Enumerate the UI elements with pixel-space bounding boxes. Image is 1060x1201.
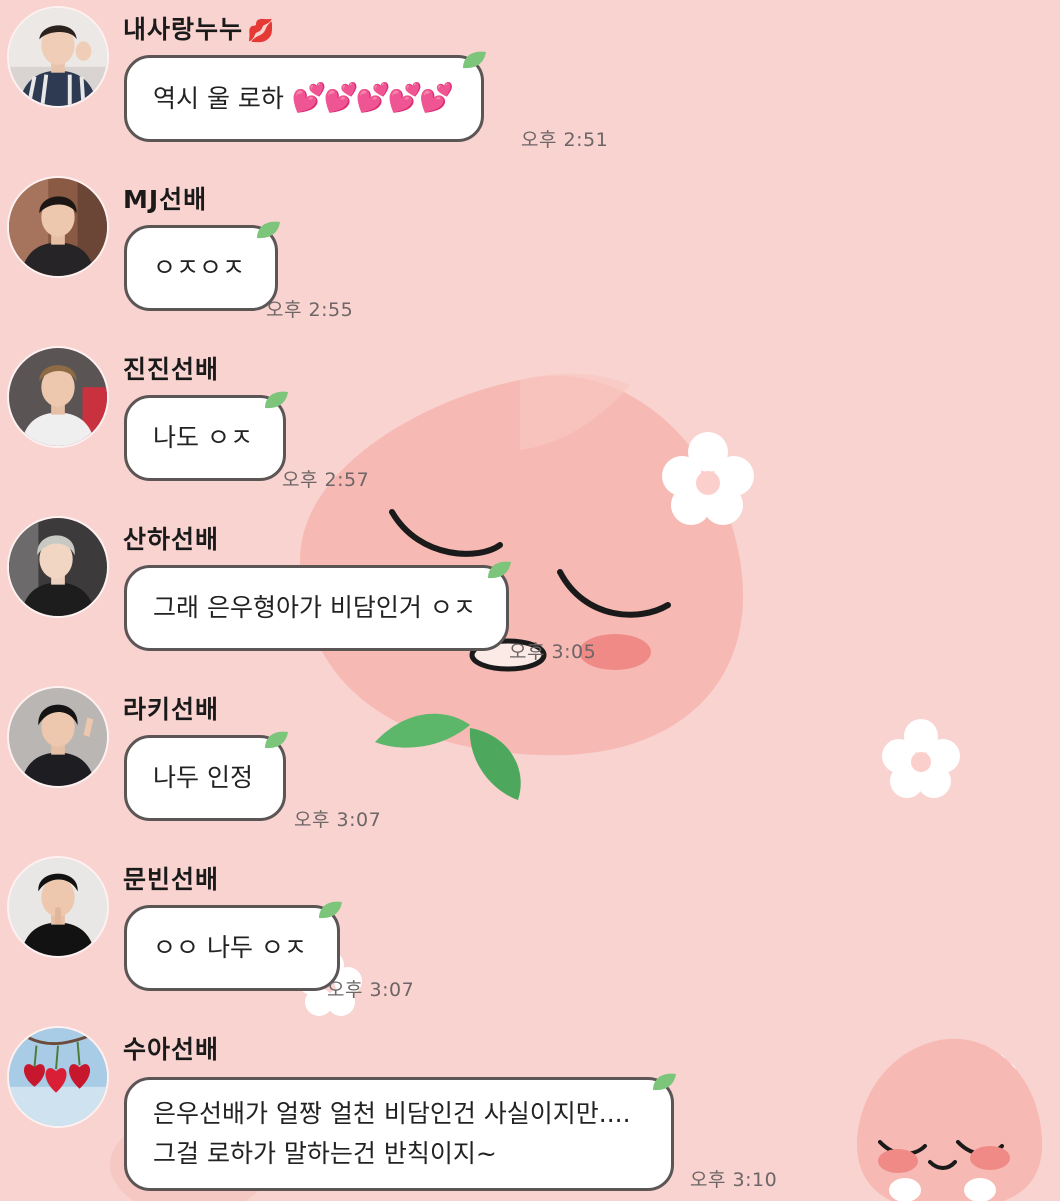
timestamp: 오후 2:51 — [521, 129, 609, 151]
leaf-icon — [463, 51, 487, 69]
avatar[interactable] — [9, 688, 107, 786]
message-row: 라키선배 나두 인정 오후 3:07 — [0, 680, 1060, 850]
message-text-line: 은우선배가 얼짱 얼천 비담인건 사실이지만.... — [153, 1099, 631, 1128]
message-bubble[interactable]: 역시 울 로하 💕💕💕💕💕 — [124, 51, 487, 142]
avatar[interactable] — [9, 1028, 107, 1126]
message-row: 수아선배 은우선배가 얼짱 얼천 비담인건 사실이지만.... 그걸 로하가 말… — [0, 1020, 1060, 1201]
leaf-icon — [257, 221, 281, 239]
timestamp: 오후 2:55 — [266, 299, 354, 321]
leaf-icon — [487, 561, 511, 579]
message-bubble[interactable]: ㅇㅇ 나두 ㅇㅈ — [124, 901, 342, 991]
timestamp: 오후 3:07 — [294, 809, 382, 831]
avatar[interactable] — [9, 8, 107, 106]
message-row: 진진선배 나도 ㅇㅈ 오후 2:57 — [0, 340, 1060, 510]
sender-name: 진진선배 — [123, 355, 220, 384]
profile-photo-icon — [9, 688, 107, 786]
message-text: ㅇㅇ 나두 ㅇㅈ — [153, 933, 307, 962]
message-row: MJ선배 ㅇㅈㅇㅈ 오후 2:55 — [0, 170, 1060, 340]
sender-name: 내사랑누누 💋 — [123, 15, 276, 44]
sender-name: 산하선배 — [123, 525, 220, 554]
message-row: 산하선배 그래 은우형아가 비담인거 ㅇㅈ 오후 3:05 — [0, 510, 1060, 680]
leaf-icon — [652, 1073, 676, 1091]
timestamp: 오후 3:05 — [509, 641, 597, 663]
sender-name: 라키선배 — [123, 695, 220, 724]
message-text: 역시 울 로하 💕💕💕💕💕 — [153, 81, 454, 114]
lips-icon: 💋 — [247, 19, 276, 44]
message-text: 나도 ㅇㅈ — [153, 423, 253, 452]
message-text: 그래 은우형아가 비담인거 ㅇㅈ — [153, 593, 476, 622]
message-row: 내사랑누누 💋 역시 울 로하 💕💕💕💕💕 오후 2:51 — [0, 0, 1060, 170]
timestamp: 오후 2:57 — [282, 469, 370, 491]
message-row: 문빈선배 ㅇㅇ 나두 ㅇㅈ 오후 3:07 — [0, 850, 1060, 1020]
hearts-icon: 💕💕💕💕💕 — [291, 81, 454, 114]
leaf-icon — [264, 731, 288, 749]
message-text: 나두 인정 — [153, 763, 253, 792]
leaf-icon — [264, 391, 288, 409]
profile-photo-icon — [9, 348, 107, 446]
message-bubble[interactable]: 은우선배가 얼짱 얼천 비담인건 사실이지만.... 그걸 로하가 말하는건 반… — [124, 1073, 676, 1191]
message-text-line: 그걸 로하가 말하는건 반칙이지~ — [153, 1139, 497, 1168]
avatar[interactable] — [9, 518, 107, 616]
sender-name: 수아선배 — [123, 1035, 220, 1064]
profile-photo-icon — [9, 518, 107, 616]
avatar[interactable] — [9, 178, 107, 276]
heart-cherries-photo-icon — [9, 1028, 107, 1126]
avatar[interactable] — [9, 858, 107, 956]
sender-name: MJ선배 — [123, 185, 208, 214]
message-bubble[interactable]: ㅇㅈㅇㅈ — [124, 221, 281, 311]
profile-photo-icon — [9, 178, 107, 276]
avatar[interactable] — [9, 348, 107, 446]
sender-name: 문빈선배 — [123, 865, 220, 894]
message-text: ㅇㅈㅇㅈ — [153, 253, 246, 282]
timestamp: 오후 3:10 — [690, 1169, 778, 1191]
timestamp: 오후 3:07 — [327, 979, 415, 1001]
message-bubble[interactable]: 나도 ㅇㅈ — [124, 391, 288, 481]
profile-photo-icon — [9, 858, 107, 956]
message-bubble[interactable]: 나두 인정 — [124, 731, 288, 821]
message-bubble[interactable]: 그래 은우형아가 비담인거 ㅇㅈ — [124, 561, 511, 651]
leaf-icon — [318, 901, 342, 919]
profile-photo-icon — [9, 8, 107, 106]
